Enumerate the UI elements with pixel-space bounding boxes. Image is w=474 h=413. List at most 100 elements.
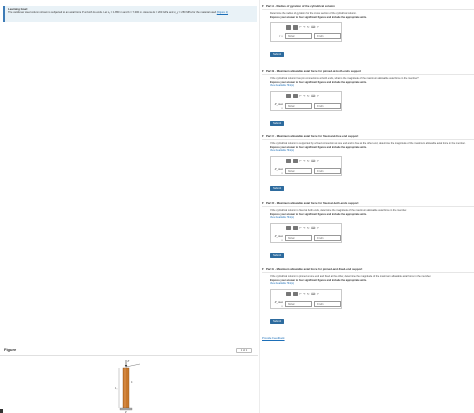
part-header[interactable]: ▾ Part A - Radius of gyration of the cyli… [262, 4, 474, 10]
part-body: If the cylindrical column has pin connec… [262, 77, 474, 129]
submit-button[interactable]: Submit [270, 318, 285, 324]
figure-pager[interactable]: 1 of 1 [236, 348, 252, 353]
part-title: Part D - Maximum allowable axial force f… [266, 201, 359, 205]
template-icon[interactable] [286, 93, 291, 99]
template-icon[interactable] [286, 225, 291, 231]
part-title: Part E - Maximum allowable axial force f… [266, 267, 363, 271]
units-template-icon[interactable] [292, 158, 298, 164]
part-header[interactable]: ▾ Part B - Maximum allowable axial force … [262, 69, 474, 75]
help-icon[interactable]: ? [317, 159, 319, 163]
keyboard-icon[interactable]: ⌨ [311, 159, 315, 163]
keyboard-icon[interactable]: ⌨ [311, 292, 315, 296]
part-d: ▾ Part D - Maximum allowable axial force … [262, 201, 474, 261]
answer-row: P_max = Value Units [273, 234, 341, 242]
dim-label: b [131, 381, 133, 384]
view-hint-link[interactable]: View Available Hint(s) [270, 84, 474, 88]
provide-feedback-link[interactable]: Provide Feedback [262, 336, 285, 340]
part-body: If the cylindrical column is supported b… [262, 142, 474, 194]
part-a: ▾ Part A - Radius of gyration of the cyli… [262, 4, 474, 60]
redo-icon[interactable]: ↷ [303, 159, 306, 163]
redo-icon[interactable]: ↷ [303, 292, 306, 296]
units-template-icon[interactable] [292, 25, 298, 30]
undo-icon[interactable]: ↶ [299, 292, 302, 296]
submit-button[interactable]: Submit [270, 52, 285, 58]
column-base [119, 407, 133, 411]
view-hint-link[interactable]: View Available Hint(s) [270, 149, 474, 153]
answer-box: ↶ ↷ ↻ ⌨ ? r = Value Units [270, 22, 342, 42]
instruction-text: Express your answer to four significant … [270, 15, 367, 19]
variable-label: P_max = [274, 299, 283, 308]
keyboard-icon[interactable]: ⌨ [311, 25, 315, 29]
figure-divider [0, 355, 258, 356]
math-toolbar: ↶ ↷ ↻ ⌨ ? [286, 93, 319, 99]
reset-icon[interactable]: ↻ [307, 25, 310, 29]
reset-icon[interactable]: ↻ [307, 94, 310, 98]
learning-goal: Learning Goal: The cantilever steel colu… [3, 6, 257, 22]
part-c: ▾ Part C - Maximum allowable axial force … [262, 134, 474, 194]
answer-box: ↶ ↷ ↻ ⌨ ? P_max = Value Units [270, 222, 342, 243]
help-icon[interactable]: ? [317, 25, 319, 29]
variable-label: P_max = [274, 101, 283, 110]
answer-box: ↶ ↷ ↻ ⌨ ? P_max = Value Units [270, 90, 342, 111]
units-template-icon[interactable] [292, 93, 298, 99]
units-input[interactable]: Units [314, 234, 341, 241]
template-icon[interactable] [286, 291, 291, 297]
value-input[interactable]: Value [285, 234, 312, 241]
redo-icon[interactable]: ↷ [303, 226, 306, 230]
template-icon[interactable] [286, 158, 291, 164]
keyboard-icon[interactable]: ⌨ [311, 226, 315, 230]
variable-label: r = [279, 34, 283, 38]
math-toolbar: ↶ ↷ ↻ ⌨ ? [286, 225, 319, 231]
part-title: Part A - Radius of gyration of the cylin… [266, 4, 335, 8]
page-edge-marker [0, 409, 3, 413]
column-divider [259, 0, 260, 413]
reset-icon[interactable]: ↻ [307, 226, 310, 230]
value-input[interactable]: Value [285, 33, 312, 39]
undo-icon[interactable]: ↶ [299, 25, 302, 29]
top-force-label: P [127, 360, 130, 363]
units-input[interactable]: Units [314, 300, 341, 307]
units-input[interactable]: Units [314, 102, 341, 109]
units-input[interactable]: Units [314, 33, 341, 39]
math-toolbar: ↶ ↷ ↻ ⌨ ? [286, 158, 319, 164]
variable-label: P_max = [274, 166, 283, 175]
value-input[interactable]: Value [285, 102, 312, 109]
help-icon[interactable]: ? [317, 226, 319, 230]
undo-icon[interactable]: ↶ [299, 226, 302, 230]
math-toolbar: ↶ ↷ ↻ ⌨ ? [286, 25, 319, 30]
math-toolbar: ↶ ↷ ↻ ⌨ ? [286, 291, 319, 297]
reset-icon[interactable]: ↻ [307, 159, 310, 163]
help-icon[interactable]: ? [317, 94, 319, 98]
undo-icon[interactable]: ↶ [299, 159, 302, 163]
units-template-icon[interactable] [292, 291, 298, 297]
undo-icon[interactable]: ↶ [299, 94, 302, 98]
answer-row: r = Value Units [273, 33, 341, 39]
submit-button[interactable]: Submit [270, 120, 285, 126]
view-hint-link[interactable]: View Available Hint(s) [270, 216, 474, 220]
units-template-icon[interactable] [292, 225, 298, 231]
answer-box: ↶ ↷ ↻ ⌨ ? P_max = Value Units [270, 155, 342, 176]
redo-icon[interactable]: ↷ [303, 94, 306, 98]
part-header[interactable]: ▾ Part D - Maximum allowable axial force … [262, 201, 474, 207]
submit-button[interactable]: Submit [270, 252, 285, 258]
part-header[interactable]: ▾ Part E - Maximum allowable axial force … [262, 267, 474, 273]
redo-icon[interactable]: ↷ [303, 25, 306, 29]
reset-icon[interactable]: ↻ [307, 292, 310, 296]
units-input[interactable]: Units [314, 167, 341, 174]
help-icon[interactable]: ? [317, 292, 319, 296]
view-hint-link[interactable]: View Available Hint(s) [270, 282, 474, 286]
answer-row: P_max = Value Units [273, 167, 341, 175]
part-header[interactable]: ▾ Part C - Maximum allowable axial force … [262, 134, 474, 140]
column-figure: P L₁ b P [114, 360, 141, 413]
goal-text: The cantilever steel column shown is sub… [8, 11, 254, 15]
part-b: ▾ Part B - Maximum allowable axial force … [262, 69, 474, 129]
value-input[interactable]: Value [285, 300, 312, 307]
top-force-arrowhead [124, 365, 128, 368]
value-input[interactable]: Value [285, 167, 312, 174]
keyboard-icon[interactable]: ⌨ [311, 94, 315, 98]
template-icon[interactable] [286, 25, 291, 30]
figure-link[interactable]: (Figure 1) [217, 11, 228, 14]
answer-box: ↶ ↷ ↻ ⌨ ? P_max = Value Units [270, 288, 342, 309]
part-body: Determine the radius of gyration for the… [262, 12, 474, 60]
submit-button[interactable]: Submit [270, 185, 285, 191]
